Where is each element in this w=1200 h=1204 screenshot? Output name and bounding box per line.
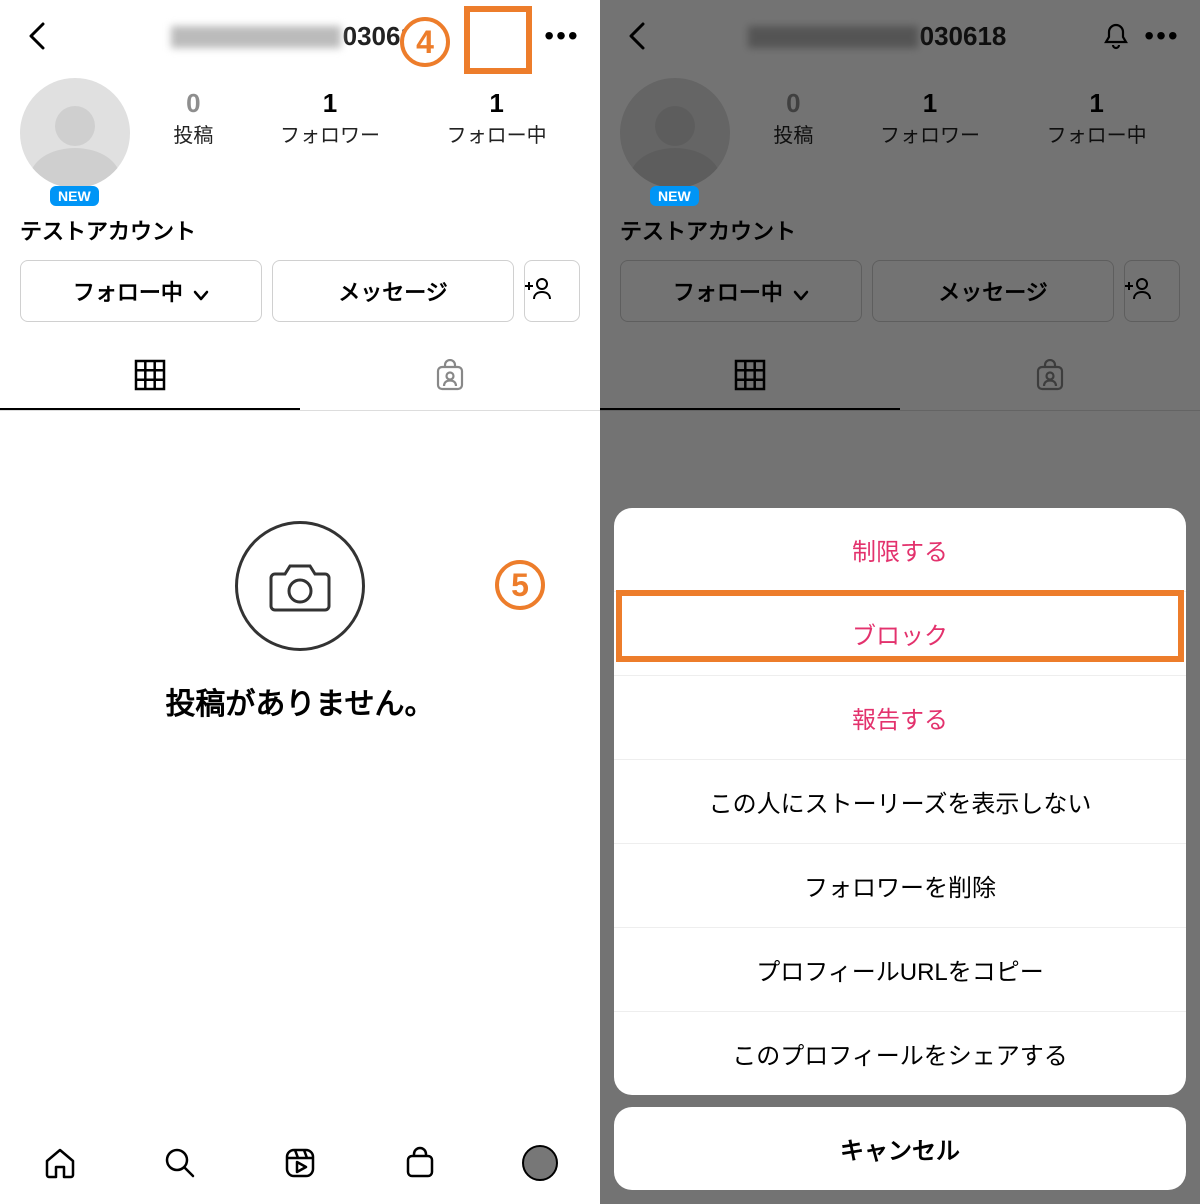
sheet-remove-follower[interactable]: フォロワーを削除 bbox=[614, 844, 1186, 928]
search-icon bbox=[163, 1146, 197, 1180]
username-suffix: 030618 bbox=[920, 21, 1007, 51]
chevron-down-icon bbox=[193, 290, 209, 302]
callout-step4: 4 bbox=[400, 17, 450, 67]
profile-avatar[interactable] bbox=[620, 78, 730, 188]
more-button[interactable]: ••• bbox=[544, 18, 580, 54]
stat-following[interactable]: 1 フォロー中 bbox=[1047, 88, 1147, 148]
chevron-down-icon bbox=[793, 290, 809, 302]
add-user-icon bbox=[1125, 275, 1153, 303]
message-button-label: メッセージ bbox=[338, 280, 448, 305]
display-name: テストアカウント bbox=[600, 206, 1200, 260]
sheet-restrict[interactable]: 制限する bbox=[614, 508, 1186, 592]
nav-home[interactable] bbox=[41, 1144, 79, 1182]
tagged-icon bbox=[1033, 359, 1067, 393]
empty-text: 投稿がありません。 bbox=[0, 679, 600, 723]
suggest-button[interactable] bbox=[1124, 260, 1180, 322]
shop-icon bbox=[403, 1146, 437, 1180]
sheet-share-profile[interactable]: このプロフィールをシェアする bbox=[614, 1012, 1186, 1095]
follow-button-label: フォロー中 bbox=[73, 280, 183, 305]
stat-followers-value: 1 bbox=[880, 88, 980, 119]
message-button[interactable]: メッセージ bbox=[272, 260, 514, 322]
stat-followers-label: フォロワー bbox=[880, 119, 980, 148]
stat-followers-label: フォロワー bbox=[280, 119, 380, 148]
profile-username: 030618 bbox=[666, 21, 1088, 52]
new-badge: NEW bbox=[50, 186, 99, 206]
stat-posts-label: 投稿 bbox=[773, 119, 813, 148]
more-icon: ••• bbox=[544, 22, 579, 50]
back-button[interactable] bbox=[20, 18, 56, 54]
profile-avatar[interactable] bbox=[20, 78, 130, 188]
new-badge: NEW bbox=[650, 186, 699, 206]
tagged-icon bbox=[433, 359, 467, 393]
sheet-report[interactable]: 報告する bbox=[614, 676, 1186, 760]
follow-button[interactable]: フォロー中 bbox=[20, 260, 262, 322]
sheet-copy-url[interactable]: プロフィールURLをコピー bbox=[614, 928, 1186, 1012]
stat-following[interactable]: 1 フォロー中 bbox=[447, 88, 547, 148]
stat-posts-label: 投稿 bbox=[173, 119, 213, 148]
nav-reels[interactable] bbox=[281, 1144, 319, 1182]
sheet-cancel[interactable]: キャンセル bbox=[614, 1107, 1186, 1190]
follow-button-label: フォロー中 bbox=[673, 280, 783, 305]
empty-camera-icon bbox=[235, 521, 365, 651]
callout-step5: 5 bbox=[495, 560, 545, 610]
display-name: テストアカウント bbox=[0, 206, 600, 260]
grid-icon bbox=[733, 358, 767, 392]
stat-followers-value: 1 bbox=[280, 88, 380, 119]
sheet-hide-story[interactable]: この人にストーリーズを表示しない bbox=[614, 760, 1186, 844]
more-icon: ••• bbox=[1144, 22, 1179, 50]
highlight-more-button bbox=[464, 6, 532, 74]
tab-grid[interactable] bbox=[600, 342, 900, 410]
stat-followers[interactable]: 1 フォロワー bbox=[880, 88, 980, 148]
highlight-block-row bbox=[616, 590, 1184, 662]
stat-following-label: フォロー中 bbox=[1047, 119, 1147, 148]
more-button[interactable]: ••• bbox=[1144, 18, 1180, 54]
stat-posts-value: 0 bbox=[173, 88, 213, 119]
message-button[interactable]: メッセージ bbox=[872, 260, 1114, 322]
grid-icon bbox=[133, 358, 167, 392]
tab-tagged[interactable] bbox=[300, 342, 600, 410]
stat-following-value: 1 bbox=[447, 88, 547, 119]
follow-button[interactable]: フォロー中 bbox=[620, 260, 862, 322]
stat-posts[interactable]: 0 投稿 bbox=[773, 88, 813, 148]
tab-tagged[interactable] bbox=[900, 342, 1200, 410]
stat-posts[interactable]: 0 投稿 bbox=[173, 88, 213, 148]
avatar-icon bbox=[522, 1145, 558, 1181]
nav-shop[interactable] bbox=[401, 1144, 439, 1182]
nav-search[interactable] bbox=[161, 1144, 199, 1182]
home-icon bbox=[43, 1146, 77, 1180]
back-button[interactable] bbox=[620, 18, 656, 54]
bell-icon bbox=[1101, 21, 1131, 51]
tab-grid[interactable] bbox=[0, 342, 300, 410]
message-button-label: メッセージ bbox=[938, 280, 1048, 305]
reels-icon bbox=[283, 1146, 317, 1180]
add-user-icon bbox=[525, 275, 553, 303]
stat-following-label: フォロー中 bbox=[447, 119, 547, 148]
stat-following-value: 1 bbox=[1047, 88, 1147, 119]
stat-followers[interactable]: 1 フォロワー bbox=[280, 88, 380, 148]
stat-posts-value: 0 bbox=[773, 88, 813, 119]
suggest-button[interactable] bbox=[524, 260, 580, 322]
nav-profile[interactable] bbox=[521, 1144, 559, 1182]
notifications-button[interactable] bbox=[1098, 18, 1134, 54]
